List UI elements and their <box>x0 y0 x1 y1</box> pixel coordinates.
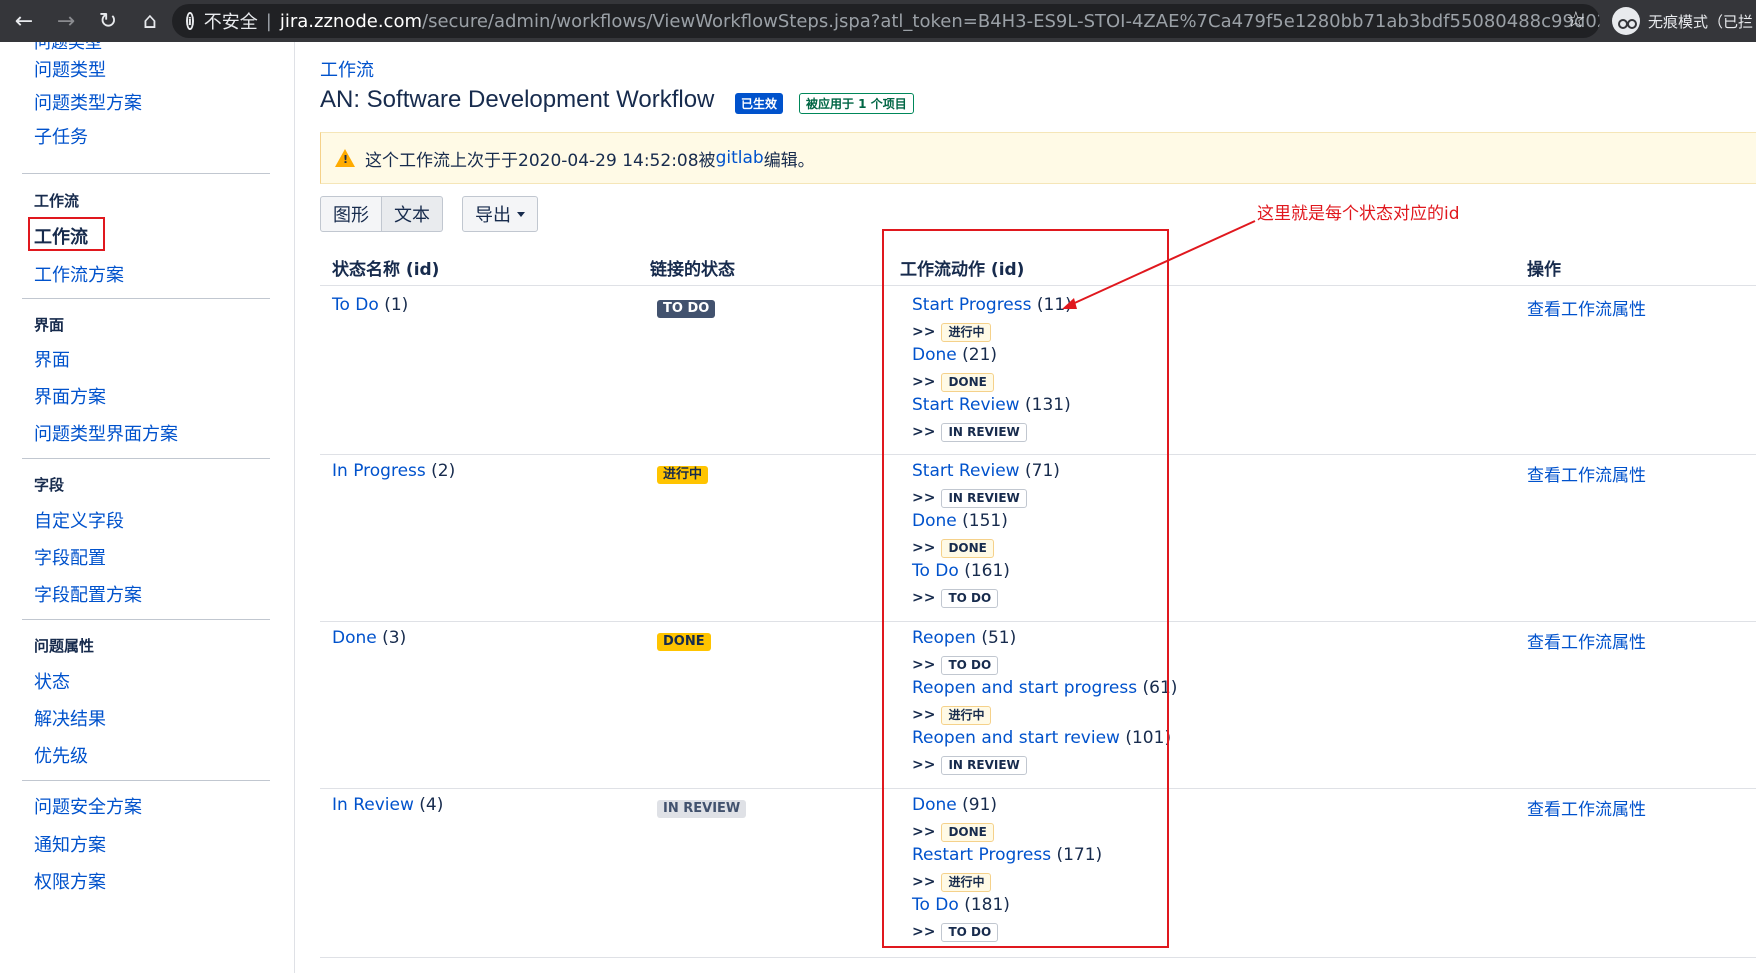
sidebar-divider <box>22 780 270 781</box>
reload-icon[interactable]: ↻ <box>90 3 126 39</box>
header-linked-status: 链接的状态 <box>650 260 735 280</box>
sidebar-item-issue-type-schemes[interactable]: 问题类型方案 <box>34 89 142 115</box>
annotation-text: 这里就是每个状态对应的id <box>1257 204 1460 224</box>
export-label: 导出 <box>475 205 511 226</box>
url-path: /secure/admin/workflows/ViewWorkflowStep… <box>422 10 1600 32</box>
security-label: 不安全 <box>203 12 258 33</box>
export-button[interactable]: 导出 <box>462 196 538 232</box>
view-properties-link[interactable]: 查看工作流属性 <box>1527 795 1646 820</box>
status-id: (3) <box>382 628 407 648</box>
view-properties-link[interactable]: 查看工作流属性 <box>1527 295 1646 320</box>
status-id: (2) <box>431 461 456 481</box>
sidebar-item-statuses[interactable]: 状态 <box>34 668 70 694</box>
linked-status-cell: IN REVIEW <box>657 797 747 818</box>
url-host: jira.zznode.com <box>279 10 422 32</box>
sidebar-item-field-configurations[interactable]: 字段配置 <box>34 544 106 570</box>
view-properties-link[interactable]: 查看工作流属性 <box>1527 628 1646 653</box>
status-lozenge: DONE <box>657 633 711 651</box>
chevron-down-icon <box>517 211 525 217</box>
status-cell: Done (3) <box>332 628 406 648</box>
forward-icon[interactable]: → <box>48 3 84 39</box>
linked-status-cell: TO DO <box>657 297 716 318</box>
linked-status-cell: 进行中 <box>657 463 709 484</box>
status-link[interactable]: Done <box>332 628 377 648</box>
sidebar-divider <box>22 298 270 299</box>
status-cell: To Do (1) <box>332 295 408 315</box>
info-icon[interactable]: i <box>186 12 194 30</box>
text-view-button[interactable]: 文本 <box>382 196 443 232</box>
status-cell: In Review (4) <box>332 795 443 815</box>
sidebar-heading-workflow: 工作流 <box>34 192 80 210</box>
sidebar-item-subtasks[interactable]: 子任务 <box>34 123 88 149</box>
sidebar-item-screen-schemes[interactable]: 界面方案 <box>34 383 106 409</box>
status-id: (1) <box>384 295 409 315</box>
header-operations: 操作 <box>1527 260 1561 280</box>
sidebar-item-custom-fields[interactable]: 自定义字段 <box>34 507 124 533</box>
status-lozenge: IN REVIEW <box>657 800 747 818</box>
sidebar-item-issue-types[interactable]: 问题类型 <box>34 56 106 82</box>
view-toggle: 图形 文本 <box>320 196 443 232</box>
diagram-view-button[interactable]: 图形 <box>320 196 382 232</box>
used-by-projects-badge[interactable]: 被应用于 1 个项目 <box>799 93 914 114</box>
incognito-indicator[interactable]: 无痕模式（已拦 <box>1612 6 1753 36</box>
sidebar-divider <box>22 458 270 459</box>
header-status: 状态名称 (id) <box>332 260 440 280</box>
status-lozenge: 进行中 <box>657 466 709 484</box>
back-icon[interactable]: ← <box>6 3 42 39</box>
incognito-label: 无痕模式（已拦 <box>1648 12 1754 31</box>
warning-icon: ! <box>335 149 355 167</box>
sidebar-item-notification-schemes[interactable]: 通知方案 <box>34 831 106 857</box>
breadcrumb-workflows[interactable]: 工作流 <box>320 56 374 82</box>
sidebar-item-resolutions[interactable]: 解决结果 <box>34 705 106 731</box>
status-link[interactable]: In Progress <box>332 461 426 481</box>
admin-sidebar: 问题类型 问题类型 问题类型方案 子任务 工作流 工作流 工作流方案 界面 界面… <box>0 42 295 973</box>
sidebar-item-workflows[interactable]: 工作流 <box>34 223 88 249</box>
sidebar-item-cut[interactable]: 问题类型 <box>34 42 102 53</box>
home-icon[interactable]: ⌂ <box>132 3 168 39</box>
table-row-divider <box>320 957 1756 958</box>
address-separator: | <box>265 10 272 32</box>
linked-status-cell: DONE <box>657 630 711 651</box>
sidebar-item-priorities[interactable]: 优先级 <box>34 742 88 768</box>
annotation-highlight-box <box>882 229 1169 948</box>
warning-text: 这个工作流上次于于2020-04-29 14:52:08被 <box>365 150 716 171</box>
page-title: AN: Software Development Workflow <box>320 86 715 113</box>
browser-toolbar: ← → ↻ ⌂ i 不安全 | jira.zznode.com /secure/… <box>0 0 1756 42</box>
status-link[interactable]: To Do <box>332 295 379 315</box>
view-properties-link[interactable]: 查看工作流属性 <box>1527 461 1646 486</box>
sidebar-item-issue-type-screen-schemes[interactable]: 问题类型界面方案 <box>34 420 178 446</box>
bookmark-star-icon[interactable]: ☆ <box>1566 8 1586 33</box>
active-badge: 已生效 <box>735 93 784 114</box>
sidebar-item-screens[interactable]: 界面 <box>34 346 70 372</box>
address-bar[interactable]: i 不安全 | jira.zznode.com /secure/admin/wo… <box>172 4 1600 38</box>
sidebar-item-issue-security-schemes[interactable]: 问题安全方案 <box>34 793 142 819</box>
warning-user-link[interactable]: gitlab <box>716 148 764 168</box>
status-link[interactable]: In Review <box>332 795 414 815</box>
sidebar-heading-fields: 字段 <box>34 476 65 494</box>
sidebar-divider <box>22 173 270 174</box>
status-id: (4) <box>419 795 444 815</box>
sidebar-heading-issue-attributes: 问题属性 <box>34 637 95 655</box>
sidebar-item-permission-schemes[interactable]: 权限方案 <box>34 868 106 894</box>
last-edited-warning: ! 这个工作流上次于于2020-04-29 14:52:08被 gitlab 编… <box>320 132 1756 184</box>
sidebar-heading-screens: 界面 <box>34 316 65 334</box>
status-cell: In Progress (2) <box>332 461 455 481</box>
sidebar-divider <box>22 619 270 620</box>
incognito-icon <box>1612 7 1640 35</box>
sidebar-item-field-config-schemes[interactable]: 字段配置方案 <box>34 581 142 607</box>
status-lozenge: TO DO <box>657 300 716 318</box>
warning-suffix: 编辑。 <box>763 150 815 171</box>
sidebar-item-workflow-schemes[interactable]: 工作流方案 <box>34 261 124 287</box>
